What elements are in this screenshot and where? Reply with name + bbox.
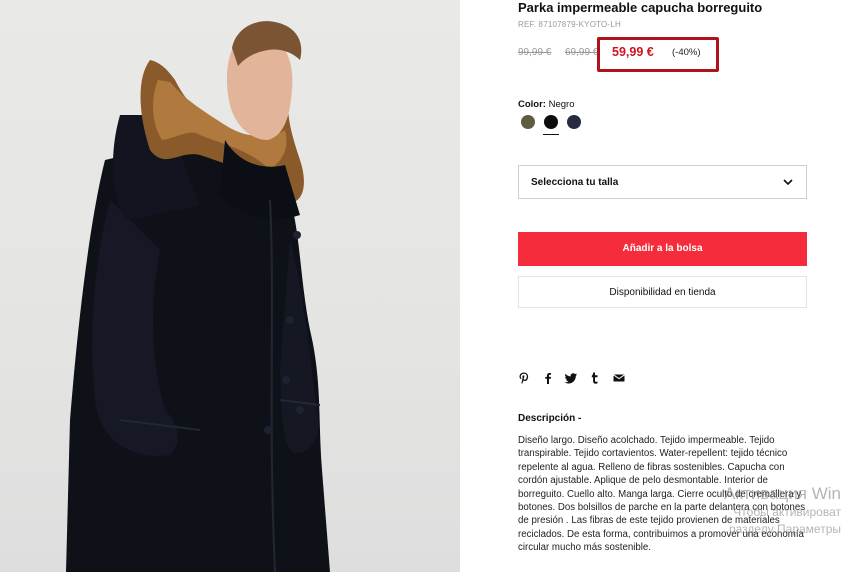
original-price: 99,99 € — [518, 47, 552, 58]
tumblr-icon[interactable] — [588, 371, 602, 385]
product-reference: REF. 87107879-KYOTO-LH — [518, 20, 621, 29]
product-image[interactable] — [0, 0, 460, 572]
description-text: Diseño largo. Diseño acolchado. Tejido i… — [518, 435, 806, 554]
product-title: Parka impermeable capucha borreguito — [518, 0, 763, 15]
twitter-icon[interactable] — [564, 371, 578, 385]
add-to-bag-button[interactable]: Añadir a la bolsa — [518, 232, 807, 266]
email-icon[interactable] — [612, 371, 626, 385]
model-in-parka-illustration — [66, 21, 330, 572]
selected-swatch-indicator — [543, 134, 559, 135]
store-availability-label: Disponibilidad en tienda — [609, 287, 716, 298]
discount-badge: (-40%) — [672, 47, 701, 58]
store-availability-button[interactable]: Disponibilidad en tienda — [518, 276, 807, 308]
current-price: 59,99 € — [612, 45, 654, 59]
selected-color-name: Negro — [548, 99, 575, 110]
color-label-row: Color: Negro — [518, 99, 574, 110]
current-price-highlight: 59,99 € (-40%) — [597, 37, 719, 72]
size-select-label: Selecciona tu talla — [531, 177, 619, 188]
previous-price: 69,99 € — [565, 47, 599, 58]
navy-swatch[interactable] — [567, 115, 581, 129]
black-swatch[interactable] — [544, 115, 558, 129]
color-label: Color: — [518, 99, 546, 110]
facebook-icon[interactable] — [541, 371, 555, 385]
description-heading[interactable]: Descripción - — [518, 413, 581, 424]
pinterest-icon[interactable] — [517, 371, 531, 385]
chevron-down-icon — [783, 179, 793, 186]
olive-swatch[interactable] — [521, 115, 535, 129]
size-select[interactable]: Selecciona tu talla — [518, 165, 807, 199]
add-to-bag-label: Añadir a la bolsa — [622, 243, 703, 254]
